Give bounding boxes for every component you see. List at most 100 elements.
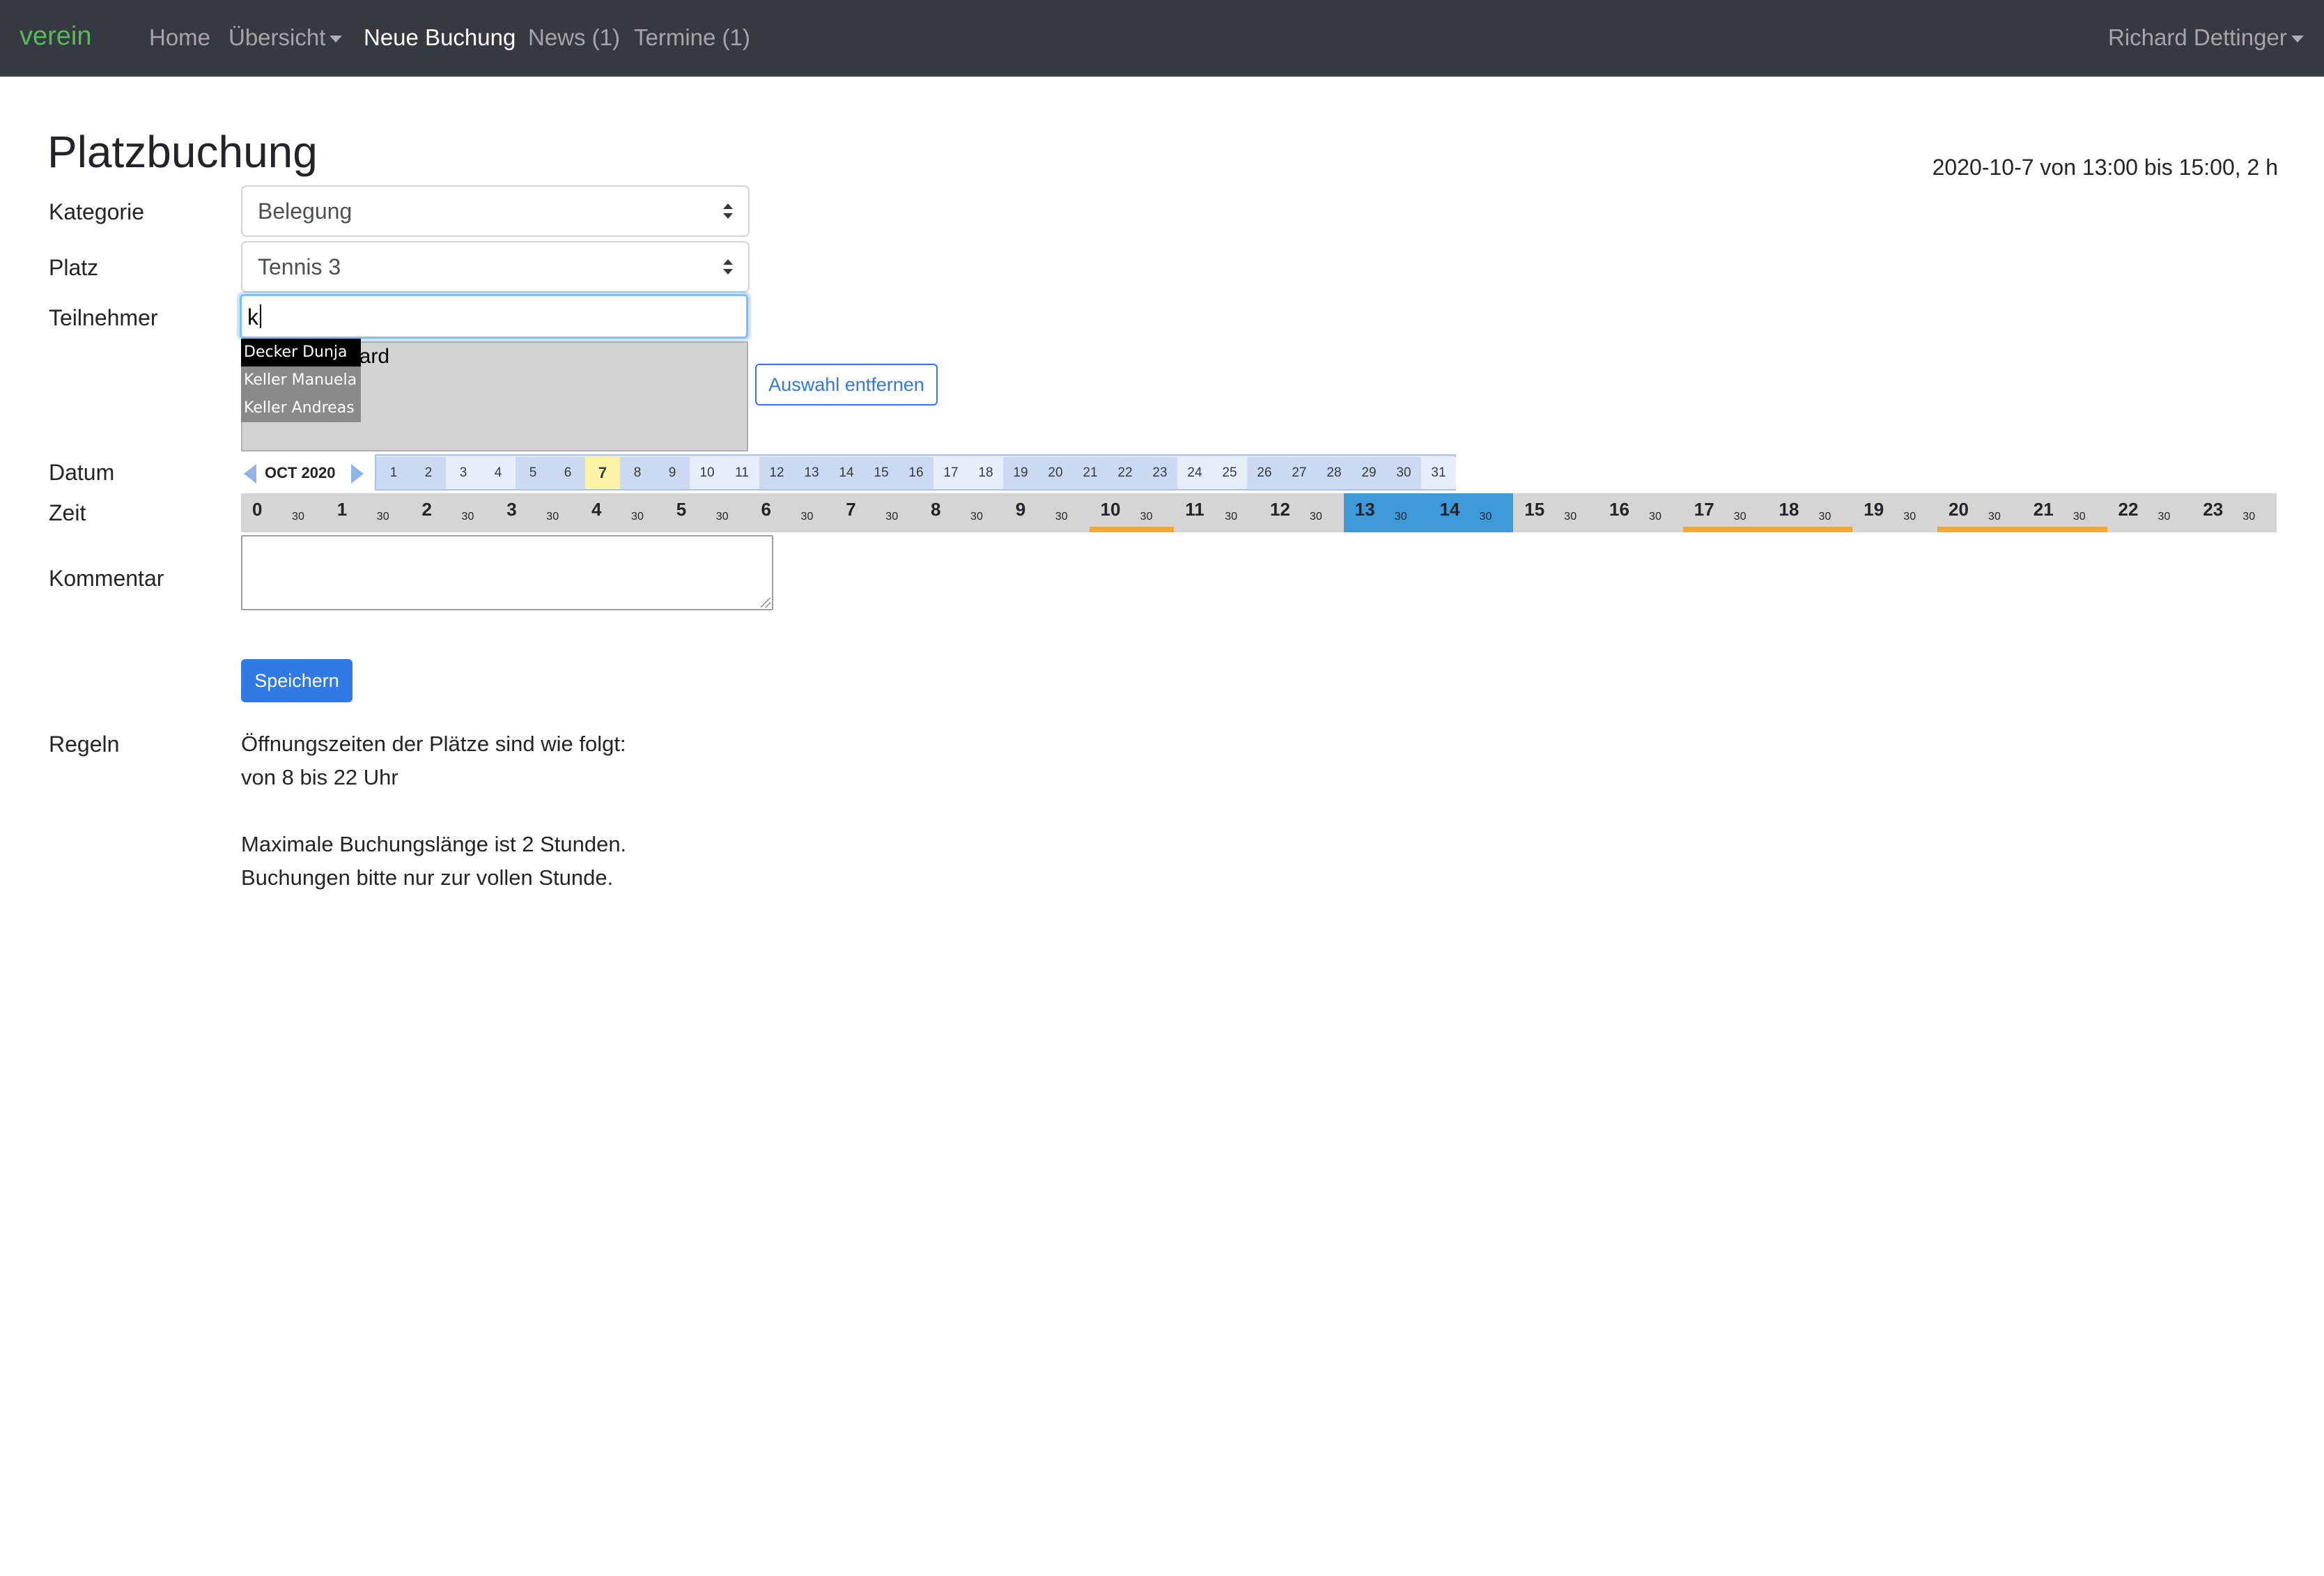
date-day[interactable]: 31	[1421, 457, 1456, 489]
date-day[interactable]: 11	[725, 457, 759, 489]
time-half-label[interactable]: 30	[1988, 510, 2001, 524]
time-half-label[interactable]: 30	[462, 510, 474, 524]
time-half-label[interactable]: 30	[546, 510, 559, 524]
date-day[interactable]: 30	[1386, 457, 1421, 489]
nav-neue-buchung[interactable]: Neue Buchung	[364, 22, 516, 53]
time-half-label[interactable]: 30	[1395, 510, 1407, 524]
date-day[interactable]: 7	[585, 457, 620, 489]
time-half-label[interactable]: 30	[1564, 510, 1577, 524]
prev-month-icon[interactable]	[244, 464, 256, 484]
date-day[interactable]: 29	[1351, 457, 1386, 489]
date-day[interactable]: 4	[481, 457, 516, 489]
nav-news[interactable]: News (1)	[528, 22, 620, 53]
date-day[interactable]: 19	[1003, 457, 1038, 489]
kategorie-select[interactable]: Belegung	[241, 185, 750, 237]
time-half-label[interactable]: 30	[1055, 510, 1068, 524]
time-half-label[interactable]: 30	[885, 510, 898, 524]
time-half-label[interactable]: 30	[716, 510, 729, 524]
time-hour-label[interactable]: 19	[1864, 497, 1884, 521]
time-hour-label[interactable]: 10	[1101, 497, 1121, 521]
date-day[interactable]: 2	[411, 457, 446, 489]
time-hour-label[interactable]: 5	[676, 497, 686, 521]
time-hour-label[interactable]: 20	[1949, 497, 1969, 521]
next-month-icon[interactable]	[351, 464, 364, 484]
autocomplete-option[interactable]: Decker Dunja	[241, 339, 361, 366]
date-day[interactable]: 23	[1142, 457, 1177, 489]
platz-select[interactable]: Tennis 3	[241, 241, 750, 293]
date-day[interactable]: 12	[759, 457, 794, 489]
remove-selection-button[interactable]: Auswahl entfernen	[755, 364, 938, 405]
date-day[interactable]: 1	[376, 457, 411, 489]
time-hour-label[interactable]: 8	[931, 497, 940, 521]
time-hour-label[interactable]: 18	[1779, 497, 1799, 521]
date-day[interactable]: 17	[934, 457, 968, 489]
date-day[interactable]: 28	[1317, 457, 1351, 489]
time-half-label[interactable]: 30	[1140, 510, 1153, 524]
time-half-label[interactable]: 30	[1225, 510, 1237, 524]
time-half-label[interactable]: 30	[377, 510, 389, 524]
time-hour-label[interactable]: 16	[1609, 497, 1629, 521]
time-hour-label[interactable]: 7	[846, 497, 855, 521]
date-day[interactable]: 5	[516, 457, 550, 489]
date-day[interactable]: 6	[550, 457, 585, 489]
regeln-label: Regeln	[49, 732, 120, 757]
time-half-label[interactable]: 30	[631, 510, 644, 524]
time-hour-label[interactable]: 13	[1355, 497, 1375, 521]
autocomplete-option[interactable]: Keller Manuela	[241, 366, 361, 394]
date-day[interactable]: 13	[794, 457, 829, 489]
time-hour-label[interactable]: 4	[591, 497, 601, 521]
time-hour-label[interactable]: 21	[2034, 497, 2054, 521]
date-day[interactable]: 20	[1038, 457, 1073, 489]
teilnehmer-input[interactable]: k	[240, 294, 748, 339]
date-day[interactable]: 26	[1247, 457, 1282, 489]
time-half-label[interactable]: 30	[1903, 510, 1916, 524]
time-hour-label[interactable]: 22	[2118, 497, 2139, 521]
date-day[interactable]: 21	[1073, 457, 1108, 489]
nav-termine[interactable]: Termine (1)	[634, 22, 750, 53]
autocomplete-option[interactable]: Keller Andreas	[241, 394, 361, 422]
brand-logo[interactable]: verein	[20, 21, 92, 52]
time-hour-label[interactable]: 6	[761, 497, 771, 521]
date-day[interactable]: 22	[1108, 457, 1142, 489]
date-day[interactable]: 18	[968, 457, 1003, 489]
date-day[interactable]: 27	[1282, 457, 1317, 489]
time-half-label[interactable]: 30	[292, 510, 304, 524]
time-hour-label[interactable]: 11	[1185, 497, 1204, 521]
time-half-label[interactable]: 30	[1649, 510, 1661, 524]
date-day[interactable]: 8	[620, 457, 655, 489]
time-half-label[interactable]: 30	[1480, 510, 1492, 524]
time-hour-label[interactable]: 23	[2203, 497, 2223, 521]
date-day[interactable]: 25	[1212, 457, 1247, 489]
time-half-label[interactable]: 30	[1819, 510, 1831, 524]
date-day[interactable]: 15	[864, 457, 899, 489]
time-half-label[interactable]: 30	[1310, 510, 1322, 524]
save-button[interactable]: Speichern	[241, 659, 353, 702]
time-hour-label[interactable]: 9	[1016, 497, 1025, 521]
time-hour-label[interactable]: 12	[1270, 497, 1290, 521]
kommentar-textarea[interactable]	[241, 535, 773, 610]
time-hour-label[interactable]: 1	[337, 497, 347, 521]
date-day[interactable]: 16	[899, 457, 934, 489]
time-hour-label[interactable]: 15	[1524, 497, 1544, 521]
date-day[interactable]: 10	[690, 457, 725, 489]
time-half-label[interactable]: 30	[2158, 510, 2171, 524]
date-day[interactable]: 14	[829, 457, 864, 489]
time-half-label[interactable]: 30	[2073, 510, 2086, 524]
time-half-label[interactable]: 30	[970, 510, 983, 524]
time-half-label[interactable]: 30	[1734, 510, 1746, 524]
time-hour-label[interactable]: 14	[1440, 497, 1460, 521]
time-hour-label[interactable]: 17	[1694, 497, 1714, 521]
resize-handle-icon[interactable]	[761, 598, 770, 608]
nav-uebersicht[interactable]: Übersicht	[228, 22, 343, 53]
kategorie-label: Kategorie	[49, 199, 144, 224]
time-half-label[interactable]: 30	[801, 510, 814, 524]
date-day[interactable]: 9	[655, 457, 690, 489]
time-hour-label[interactable]: 2	[422, 497, 432, 521]
time-hour-label[interactable]: 3	[506, 497, 516, 521]
time-hour-label[interactable]: 0	[252, 497, 262, 521]
user-menu[interactable]: Richard Dettinger	[2108, 22, 2304, 53]
date-day[interactable]: 3	[446, 457, 481, 489]
time-half-label[interactable]: 30	[2242, 510, 2255, 524]
date-day[interactable]: 24	[1177, 457, 1212, 489]
nav-home[interactable]: Home	[149, 22, 210, 53]
